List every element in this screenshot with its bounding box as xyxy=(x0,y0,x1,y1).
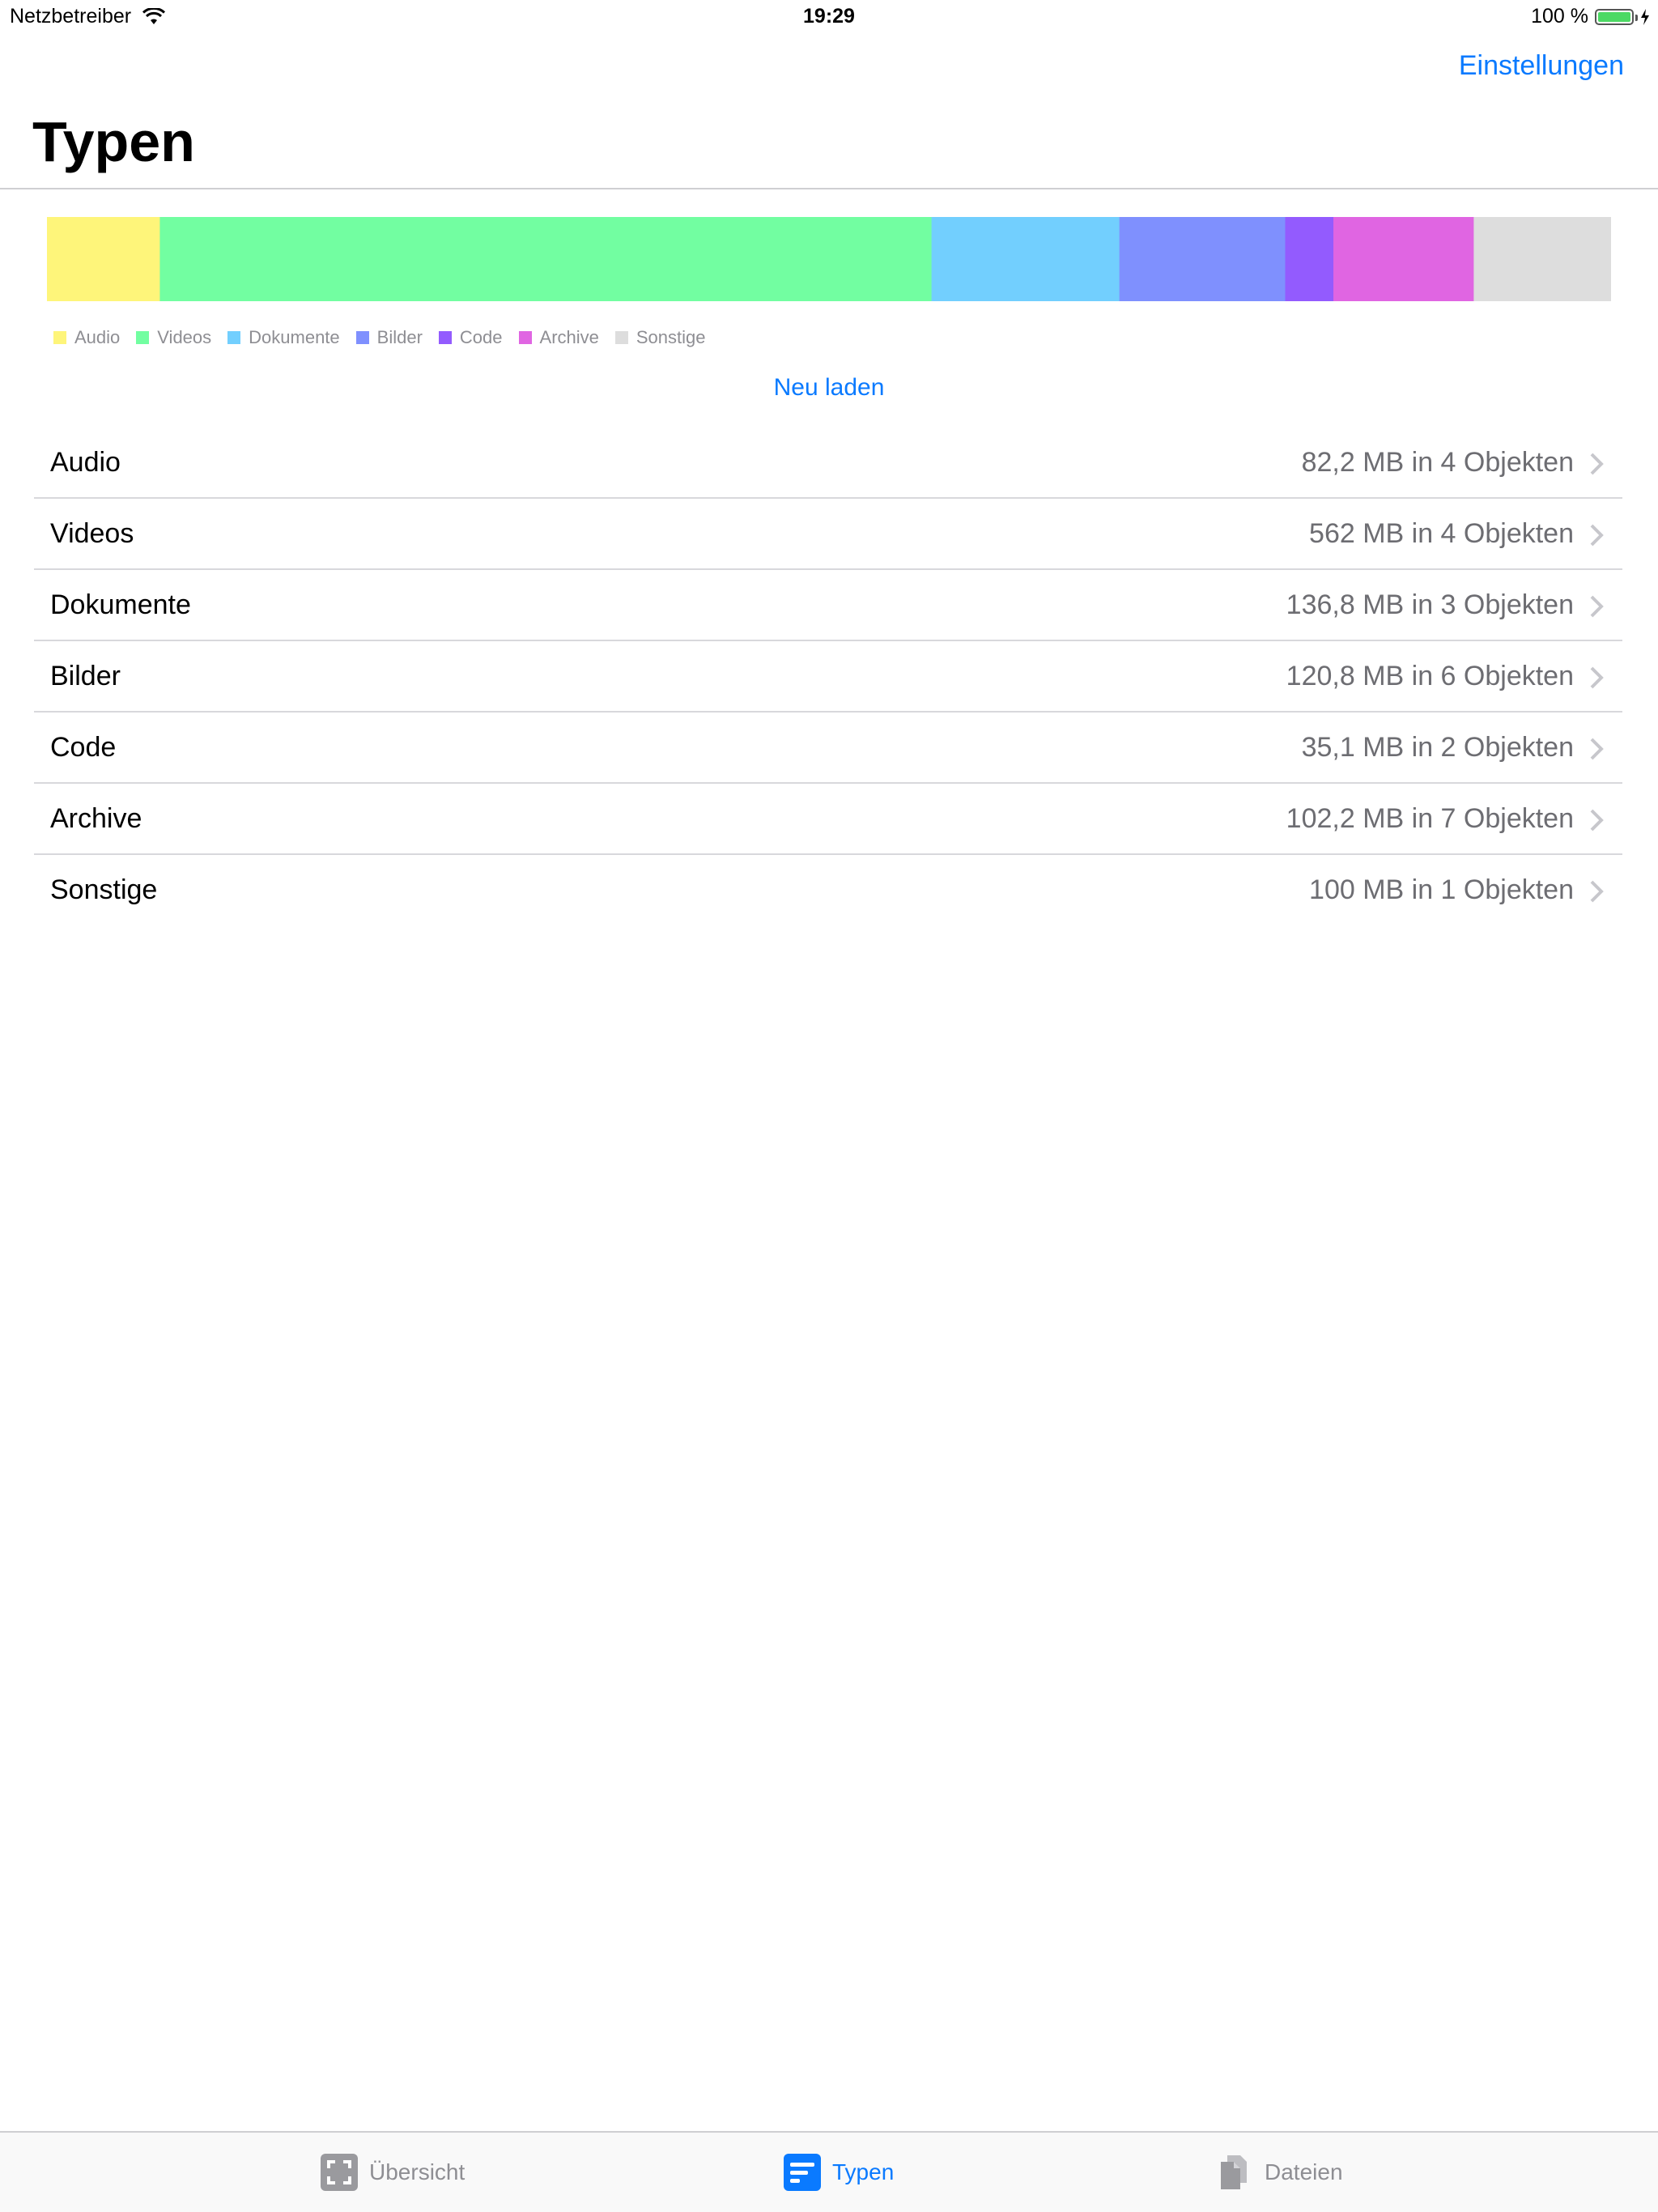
chevron-right-icon xyxy=(1590,524,1604,547)
legend-item-archive: Archive xyxy=(518,327,599,348)
legend-item-sonstige: Sonstige xyxy=(614,327,706,348)
tab-label: Dateien xyxy=(1265,2159,1343,2184)
tab-types[interactable]: Typen xyxy=(784,2154,894,2191)
row-label: Audio xyxy=(50,447,121,478)
list-item-archive[interactable]: Archive 102,2 MB in 7 Objekten xyxy=(34,784,1622,855)
row-label: Archive xyxy=(50,803,142,834)
row-detail: 102,2 MB in 7 Objekten xyxy=(1286,803,1574,834)
list-item-audio[interactable]: Audio 82,2 MB in 4 Objekten xyxy=(34,428,1622,499)
legend-label: Audio xyxy=(74,327,121,347)
battery-group: 100 % xyxy=(1531,5,1650,28)
legend-label: Archive xyxy=(539,327,599,347)
list-item-dokumente[interactable]: Dokumente 136,8 MB in 3 Objekten xyxy=(34,570,1622,641)
legend-item-dokumente: Dokumente xyxy=(227,327,340,348)
row-label: Dokumente xyxy=(50,589,191,620)
legend-label: Dokumente xyxy=(249,327,340,347)
row-detail: 120,8 MB in 6 Objekten xyxy=(1286,661,1574,691)
settings-button[interactable]: Einstellungen xyxy=(1459,50,1624,82)
row-label: Bilder xyxy=(50,661,121,691)
chart-segment-bilder xyxy=(1119,217,1286,301)
storage-chart xyxy=(47,217,1611,301)
chevron-right-icon xyxy=(1590,738,1604,760)
chart-segment-dokumente xyxy=(931,217,1120,301)
list-item-bilder[interactable]: Bilder 120,8 MB in 6 Objekten xyxy=(34,641,1622,713)
row-detail: 562 MB in 4 Objekten xyxy=(1309,518,1574,549)
page-title: Typen xyxy=(32,110,195,173)
chevron-right-icon xyxy=(1590,809,1604,832)
legend-swatch xyxy=(438,331,452,344)
chart-segment-videos xyxy=(159,217,933,301)
legend-swatch xyxy=(355,331,369,344)
chart-legend: Audio Videos Dokumente Bilder Code Archive Son… xyxy=(53,327,706,348)
tab-overview[interactable]: Übersicht xyxy=(321,2154,465,2191)
row-label: Videos xyxy=(50,518,134,549)
legend-item-bilder: Bilder xyxy=(355,327,423,348)
row-detail: 82,2 MB in 4 Objekten xyxy=(1301,447,1574,478)
types-icon xyxy=(784,2154,821,2191)
overview-icon xyxy=(321,2154,358,2191)
legend-label: Bilder xyxy=(376,327,423,347)
list-item-code[interactable]: Code 35,1 MB in 2 Objekten xyxy=(34,713,1622,784)
chevron-right-icon xyxy=(1590,880,1604,903)
battery-percent: 100 % xyxy=(1531,5,1588,28)
list-item-sonstige[interactable]: Sonstige 100 MB in 1 Objekten xyxy=(34,855,1622,926)
chevron-right-icon xyxy=(1590,595,1604,618)
chart-segment-code xyxy=(1285,217,1334,301)
type-list: Audio 82,2 MB in 4 Objekten Videos 562 M… xyxy=(34,428,1622,926)
legend-label: Sonstige xyxy=(636,327,706,347)
tab-label: Übersicht xyxy=(369,2159,466,2184)
chart-segment-sonstige xyxy=(1473,217,1611,301)
reload-button[interactable]: Neu laden xyxy=(0,374,1658,402)
chart-segment-audio xyxy=(47,217,160,301)
legend-swatch xyxy=(136,331,150,344)
storage-chart-svg xyxy=(47,217,1611,301)
row-detail: 136,8 MB in 3 Objekten xyxy=(1286,589,1574,620)
legend-label: Videos xyxy=(157,327,212,347)
row-label: Code xyxy=(50,732,117,763)
legend-swatch xyxy=(53,331,66,344)
chart-segment-archive xyxy=(1333,217,1474,301)
row-detail: 100 MB in 1 Objekten xyxy=(1309,874,1574,905)
legend-swatch xyxy=(227,331,241,344)
legend-label: Code xyxy=(459,327,503,347)
chevron-right-icon xyxy=(1590,666,1604,689)
chevron-right-icon xyxy=(1590,453,1604,475)
row-label: Sonstige xyxy=(50,874,158,905)
tab-files[interactable]: Dateien xyxy=(1216,2154,1343,2191)
files-icon xyxy=(1221,2155,1247,2189)
status-bar: Netzbetreiber 19:29 100 % xyxy=(0,0,1658,32)
tab-bar: Übersicht Typen Dateien xyxy=(0,2131,1658,2212)
nav-divider xyxy=(0,188,1658,189)
legend-item-videos: Videos xyxy=(136,327,211,348)
tab-label: Typen xyxy=(832,2159,895,2184)
charging-icon xyxy=(1641,8,1649,25)
legend-item-code: Code xyxy=(438,327,503,348)
legend-swatch xyxy=(518,331,532,344)
list-item-videos[interactable]: Videos 562 MB in 4 Objekten xyxy=(34,499,1622,570)
row-detail: 35,1 MB in 2 Objekten xyxy=(1301,732,1574,763)
battery-icon xyxy=(1595,8,1638,25)
legend-item-audio: Audio xyxy=(53,327,120,348)
clock: 19:29 xyxy=(803,5,855,28)
legend-swatch xyxy=(614,331,628,344)
